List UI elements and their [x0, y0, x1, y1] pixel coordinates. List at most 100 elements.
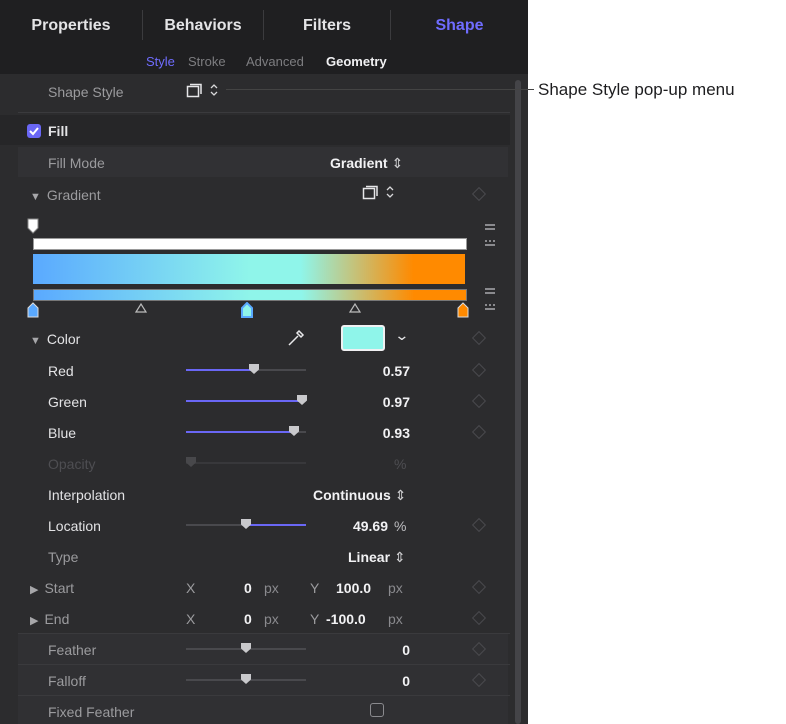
gradient-label-text: Gradient — [46, 187, 101, 203]
start-label[interactable]: ▶ Start — [30, 580, 74, 596]
blue-value[interactable]: 0.93 — [383, 425, 410, 441]
chevron-down-icon[interactable]: ⌄ — [394, 327, 409, 344]
slider-thumb[interactable] — [249, 364, 259, 374]
keyframe-icon[interactable] — [471, 517, 487, 533]
gradient-preset-popup[interactable] — [362, 183, 396, 204]
type-popup[interactable]: Linear ⇕ — [348, 549, 406, 566]
callout-line — [226, 89, 534, 90]
slider-thumb — [186, 457, 196, 467]
start-x-value[interactable]: 0 — [244, 580, 252, 596]
color-bar[interactable] — [33, 289, 467, 301]
color-swatch[interactable] — [341, 325, 385, 351]
start-label-text: Start — [44, 580, 75, 596]
updown-chevron-icon: ⇕ — [391, 155, 404, 171]
falloff-label: Falloff — [48, 673, 86, 689]
color-tag-icon[interactable] — [456, 302, 470, 318]
green-slider[interactable] — [186, 395, 307, 405]
gradient-editor — [0, 214, 510, 326]
keyframe-icon[interactable] — [471, 641, 487, 657]
color-tag-icon[interactable] — [26, 302, 40, 318]
disclosure-open-icon: ▼ — [30, 191, 41, 203]
subtab-advanced[interactable]: Advanced — [246, 54, 304, 69]
end-x-value[interactable]: 0 — [244, 611, 252, 627]
opacity-row: Opacity % — [18, 448, 508, 478]
gradient-label[interactable]: ▼ Gradient — [30, 187, 101, 203]
slider-thumb[interactable] — [241, 674, 251, 684]
tab-shape[interactable]: Shape — [391, 0, 528, 46]
color-label[interactable]: ▼ Color — [30, 331, 80, 347]
updown-chevron-icon: ⇕ — [393, 549, 406, 565]
falloff-slider[interactable] — [186, 674, 306, 684]
end-y-value[interactable]: -100.0 — [326, 611, 366, 627]
tab-filters[interactable]: Filters — [264, 0, 390, 46]
slider-thumb[interactable] — [289, 426, 299, 436]
inspector-panel: Properties Behaviors Filters Shape Style… — [0, 0, 528, 724]
red-slider[interactable] — [186, 364, 306, 374]
keyframe-icon[interactable] — [471, 424, 487, 440]
keyframe-icon[interactable] — [471, 362, 487, 378]
tab-properties[interactable]: Properties — [0, 0, 142, 46]
type-row: Type Linear ⇕ — [18, 541, 508, 571]
green-value[interactable]: 0.97 — [383, 394, 410, 410]
end-label[interactable]: ▶ End — [30, 611, 69, 627]
eyedropper-icon[interactable] — [286, 328, 306, 348]
gradient-preset-icon — [362, 185, 394, 200]
fill-label: Fill — [48, 123, 69, 139]
shape-style-icon — [186, 83, 218, 98]
feather-value[interactable]: 0 — [402, 642, 410, 658]
opacity-unit: % — [394, 456, 407, 472]
disclosure-closed-icon: ▶ — [30, 584, 39, 596]
red-value[interactable]: 0.57 — [383, 363, 410, 379]
start-y-value[interactable]: 100.0 — [336, 580, 371, 596]
fixed-feather-checkbox[interactable] — [370, 703, 384, 717]
start-y-label: Y — [310, 580, 320, 596]
opacity-tag-icon[interactable] — [26, 218, 40, 234]
location-value[interactable]: 49.69 — [353, 518, 388, 534]
type-value: Linear — [348, 549, 391, 565]
divider — [18, 112, 510, 113]
callout-label: Shape Style pop-up menu — [538, 80, 735, 99]
location-slider[interactable] — [186, 519, 306, 529]
feather-slider[interactable] — [186, 643, 306, 653]
tab-bar: Properties Behaviors Filters Shape — [0, 0, 528, 46]
fill-mode-popup[interactable]: Gradient ⇕ — [330, 155, 403, 172]
interpolation-value: Continuous — [313, 487, 391, 503]
keyframe-icon[interactable] — [471, 393, 487, 409]
fill-mode-label: Fill Mode — [48, 155, 105, 171]
gradient-option-icons[interactable] — [485, 286, 497, 316]
interpolation-popup[interactable]: Continuous ⇕ — [313, 487, 406, 504]
shape-style-row: Shape Style — [18, 76, 508, 106]
falloff-value[interactable]: 0 — [402, 673, 410, 689]
slider-thumb[interactable] — [241, 643, 251, 653]
keyframe-icon[interactable] — [471, 610, 487, 626]
subtab-stroke[interactable]: Stroke — [188, 54, 226, 69]
slider-thumb[interactable] — [297, 395, 307, 405]
interpolation-label: Interpolation — [48, 487, 126, 503]
opacity-label: Opacity — [48, 456, 96, 472]
gradient-option-icons[interactable] — [485, 222, 497, 252]
shape-style-popup[interactable] — [186, 81, 220, 102]
location-row: Location 49.69 % — [18, 510, 508, 540]
fill-checkbox[interactable] — [27, 124, 41, 138]
color-tag-selected-icon[interactable] — [240, 302, 254, 318]
keyframe-icon[interactable] — [471, 186, 487, 202]
blue-slider[interactable] — [186, 426, 306, 436]
midpoint-icon[interactable] — [348, 302, 362, 314]
fill-mode-row: Fill Mode Gradient ⇕ — [18, 147, 508, 177]
scrollbar[interactable] — [515, 80, 521, 724]
keyframe-icon[interactable] — [471, 330, 487, 346]
slider-thumb[interactable] — [241, 519, 251, 529]
end-x-unit: px — [264, 611, 279, 627]
midpoint-icon[interactable] — [134, 302, 148, 314]
tab-behaviors[interactable]: Behaviors — [143, 0, 263, 46]
keyframe-icon[interactable] — [471, 672, 487, 688]
shape-style-label: Shape Style — [48, 84, 124, 100]
falloff-row: Falloff 0 — [18, 665, 508, 695]
red-label: Red — [48, 363, 74, 379]
color-label-text: Color — [46, 331, 81, 347]
opacity-bar[interactable] — [33, 238, 467, 250]
subtab-geometry[interactable]: Geometry — [326, 54, 387, 69]
red-row: Red 0.57 — [18, 355, 508, 385]
subtab-style[interactable]: Style — [146, 54, 175, 69]
keyframe-icon[interactable] — [471, 579, 487, 595]
